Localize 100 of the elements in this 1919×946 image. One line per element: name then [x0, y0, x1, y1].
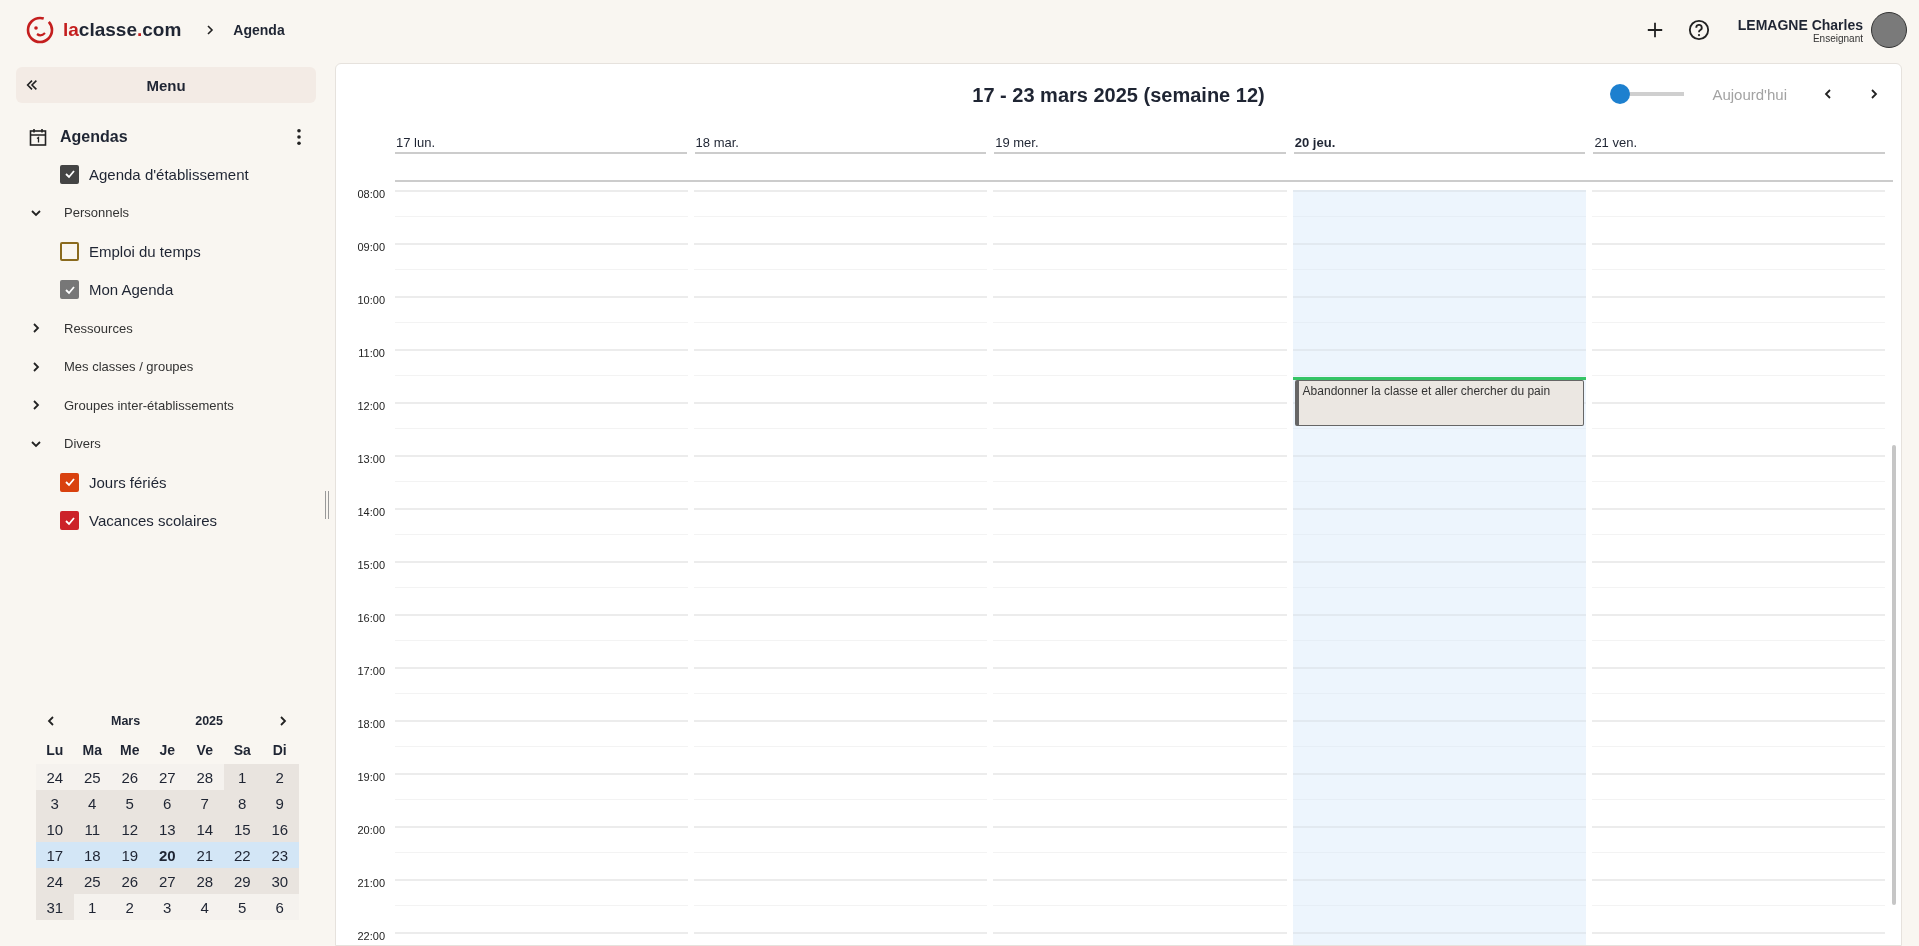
- checkbox[interactable]: [60, 241, 79, 261]
- group-toggle[interactable]: Divers: [16, 424, 316, 463]
- calendar-label[interactable]: Agenda d'établissement: [89, 165, 249, 183]
- chevron-right-icon: [205, 25, 216, 35]
- time-label: 11:00: [358, 347, 385, 359]
- day-cell[interactable]: 28: [186, 868, 224, 894]
- weekday-label: Di: [271, 741, 288, 760]
- checkbox[interactable]: [60, 280, 79, 300]
- day-column[interactable]: Abandonner la classe et aller chercher du pain: [1292, 190, 1586, 945]
- day-cell[interactable]: 5: [111, 790, 149, 816]
- chevron-right-icon[interactable]: [1869, 88, 1879, 100]
- weekday-label: Ve: [195, 741, 214, 760]
- day-cell[interactable]: 13: [148, 816, 186, 842]
- day-cell[interactable]: 2: [261, 764, 299, 790]
- chevron-right-icon[interactable]: [278, 716, 288, 726]
- day-cell[interactable]: 15: [223, 816, 261, 842]
- scrollbar[interactable]: [1892, 445, 1896, 905]
- day-cell[interactable]: 7: [186, 790, 224, 816]
- day-cell[interactable]: 23: [261, 842, 299, 868]
- day-cell[interactable]: 19: [111, 842, 149, 868]
- day-cell[interactable]: 1: [223, 764, 261, 790]
- time-label: 19:00: [357, 771, 385, 783]
- day-cell[interactable]: 24: [36, 868, 74, 894]
- day-cell[interactable]: 8: [223, 790, 261, 816]
- day-cell[interactable]: 27: [148, 868, 186, 894]
- check-icon: [63, 168, 76, 181]
- logo-text[interactable]: laclasse.com: [63, 19, 182, 41]
- day-cell[interactable]: 18: [73, 842, 111, 868]
- day-header[interactable]: 18 mar.: [694, 134, 987, 154]
- resize-handle[interactable]: [325, 491, 329, 519]
- day-cell[interactable]: 14: [186, 816, 224, 842]
- day-cell[interactable]: 2: [111, 894, 149, 920]
- user-name: LEMAGNE Charles: [1737, 16, 1863, 33]
- day-cell[interactable]: 29: [223, 868, 261, 894]
- weekday-label: Je: [158, 741, 177, 760]
- event[interactable]: Abandonner la classe et aller chercher du pain: [1294, 380, 1584, 426]
- day-cell[interactable]: 24: [36, 764, 74, 790]
- day-cell[interactable]: 20: [148, 842, 186, 868]
- time-label: 16:00: [357, 612, 385, 624]
- help-icon[interactable]: [1687, 19, 1710, 41]
- day-header[interactable]: 19 mer.: [994, 134, 1286, 154]
- chevron-left-icon[interactable]: [46, 716, 56, 726]
- check-icon: [63, 476, 76, 489]
- day-cell[interactable]: 31: [36, 894, 74, 920]
- group-toggle[interactable]: Ressources: [16, 309, 316, 348]
- day-cell[interactable]: 4: [186, 894, 224, 920]
- day-cell[interactable]: 25: [73, 868, 111, 894]
- day-cell[interactable]: 17: [36, 842, 74, 868]
- day-cell[interactable]: 4: [73, 790, 111, 816]
- day-cell[interactable]: 10: [36, 816, 74, 842]
- plus-icon[interactable]: [1645, 21, 1664, 39]
- day-cell[interactable]: 6: [148, 790, 186, 816]
- day-cell[interactable]: 3: [36, 790, 74, 816]
- day-cell[interactable]: 12: [111, 816, 149, 842]
- group-toggle[interactable]: Personnels: [16, 193, 316, 232]
- day-cell[interactable]: 30: [261, 868, 299, 894]
- group-toggle[interactable]: Groupes inter-établissements: [16, 386, 316, 425]
- calendar-label[interactable]: Vacances scolaires: [89, 512, 218, 530]
- day-cell[interactable]: 6: [261, 894, 299, 920]
- more-icon[interactable]: [296, 128, 302, 146]
- slider-thumb[interactable]: [1610, 84, 1631, 104]
- avatar[interactable]: [1871, 12, 1907, 48]
- day-cell[interactable]: 3: [148, 894, 186, 920]
- chevron-left-icon[interactable]: [1823, 88, 1833, 100]
- day-cell[interactable]: 26: [111, 764, 149, 790]
- week-title: 17 - 23 mars 2025 (semaine 12): [972, 83, 1265, 107]
- menu-button[interactable]: Menu: [16, 67, 316, 103]
- breadcrumb-link[interactable]: Agenda: [233, 22, 285, 38]
- day-cell[interactable]: 27: [148, 764, 186, 790]
- calendar-label[interactable]: Emploi du temps: [89, 242, 201, 260]
- day-cell[interactable]: 11: [73, 816, 111, 842]
- user-role: Enseignant: [1812, 32, 1863, 44]
- logo-icon[interactable]: [25, 15, 55, 45]
- time-label: 13:00: [357, 453, 385, 465]
- checkbox[interactable]: [60, 511, 79, 531]
- collapse-icon: [25, 78, 39, 92]
- day-cell[interactable]: 26: [111, 868, 149, 894]
- calendar-label[interactable]: Mon Agenda: [89, 281, 174, 299]
- day-header[interactable]: 20 jeu.: [1293, 134, 1586, 154]
- day-cell[interactable]: 21: [186, 842, 224, 868]
- day-cell[interactable]: 22: [223, 842, 261, 868]
- weekday-label: Ma: [81, 741, 103, 760]
- weekday-label: Lu: [45, 741, 65, 760]
- month-label[interactable]: Mars: [111, 714, 141, 728]
- group-toggle[interactable]: Mes classes / groupes: [16, 347, 316, 386]
- day-cell[interactable]: 9: [261, 790, 299, 816]
- checkbox[interactable]: [60, 472, 79, 492]
- day-header[interactable]: 21 ven.: [1593, 134, 1885, 154]
- day-cell[interactable]: 28: [186, 764, 224, 790]
- calendar-label[interactable]: Jours fériés: [89, 473, 167, 491]
- time-label: 20:00: [357, 824, 385, 836]
- time-label: 22:00: [357, 930, 385, 942]
- day-cell[interactable]: 5: [223, 894, 261, 920]
- day-header[interactable]: 17 lun.: [395, 134, 687, 154]
- day-cell[interactable]: 1: [73, 894, 111, 920]
- day-cell[interactable]: 16: [261, 816, 299, 842]
- time-label: 14:00: [357, 506, 385, 518]
- checkbox[interactable]: [60, 164, 79, 184]
- year-label[interactable]: 2025: [195, 714, 223, 728]
- day-cell[interactable]: 25: [73, 764, 111, 790]
